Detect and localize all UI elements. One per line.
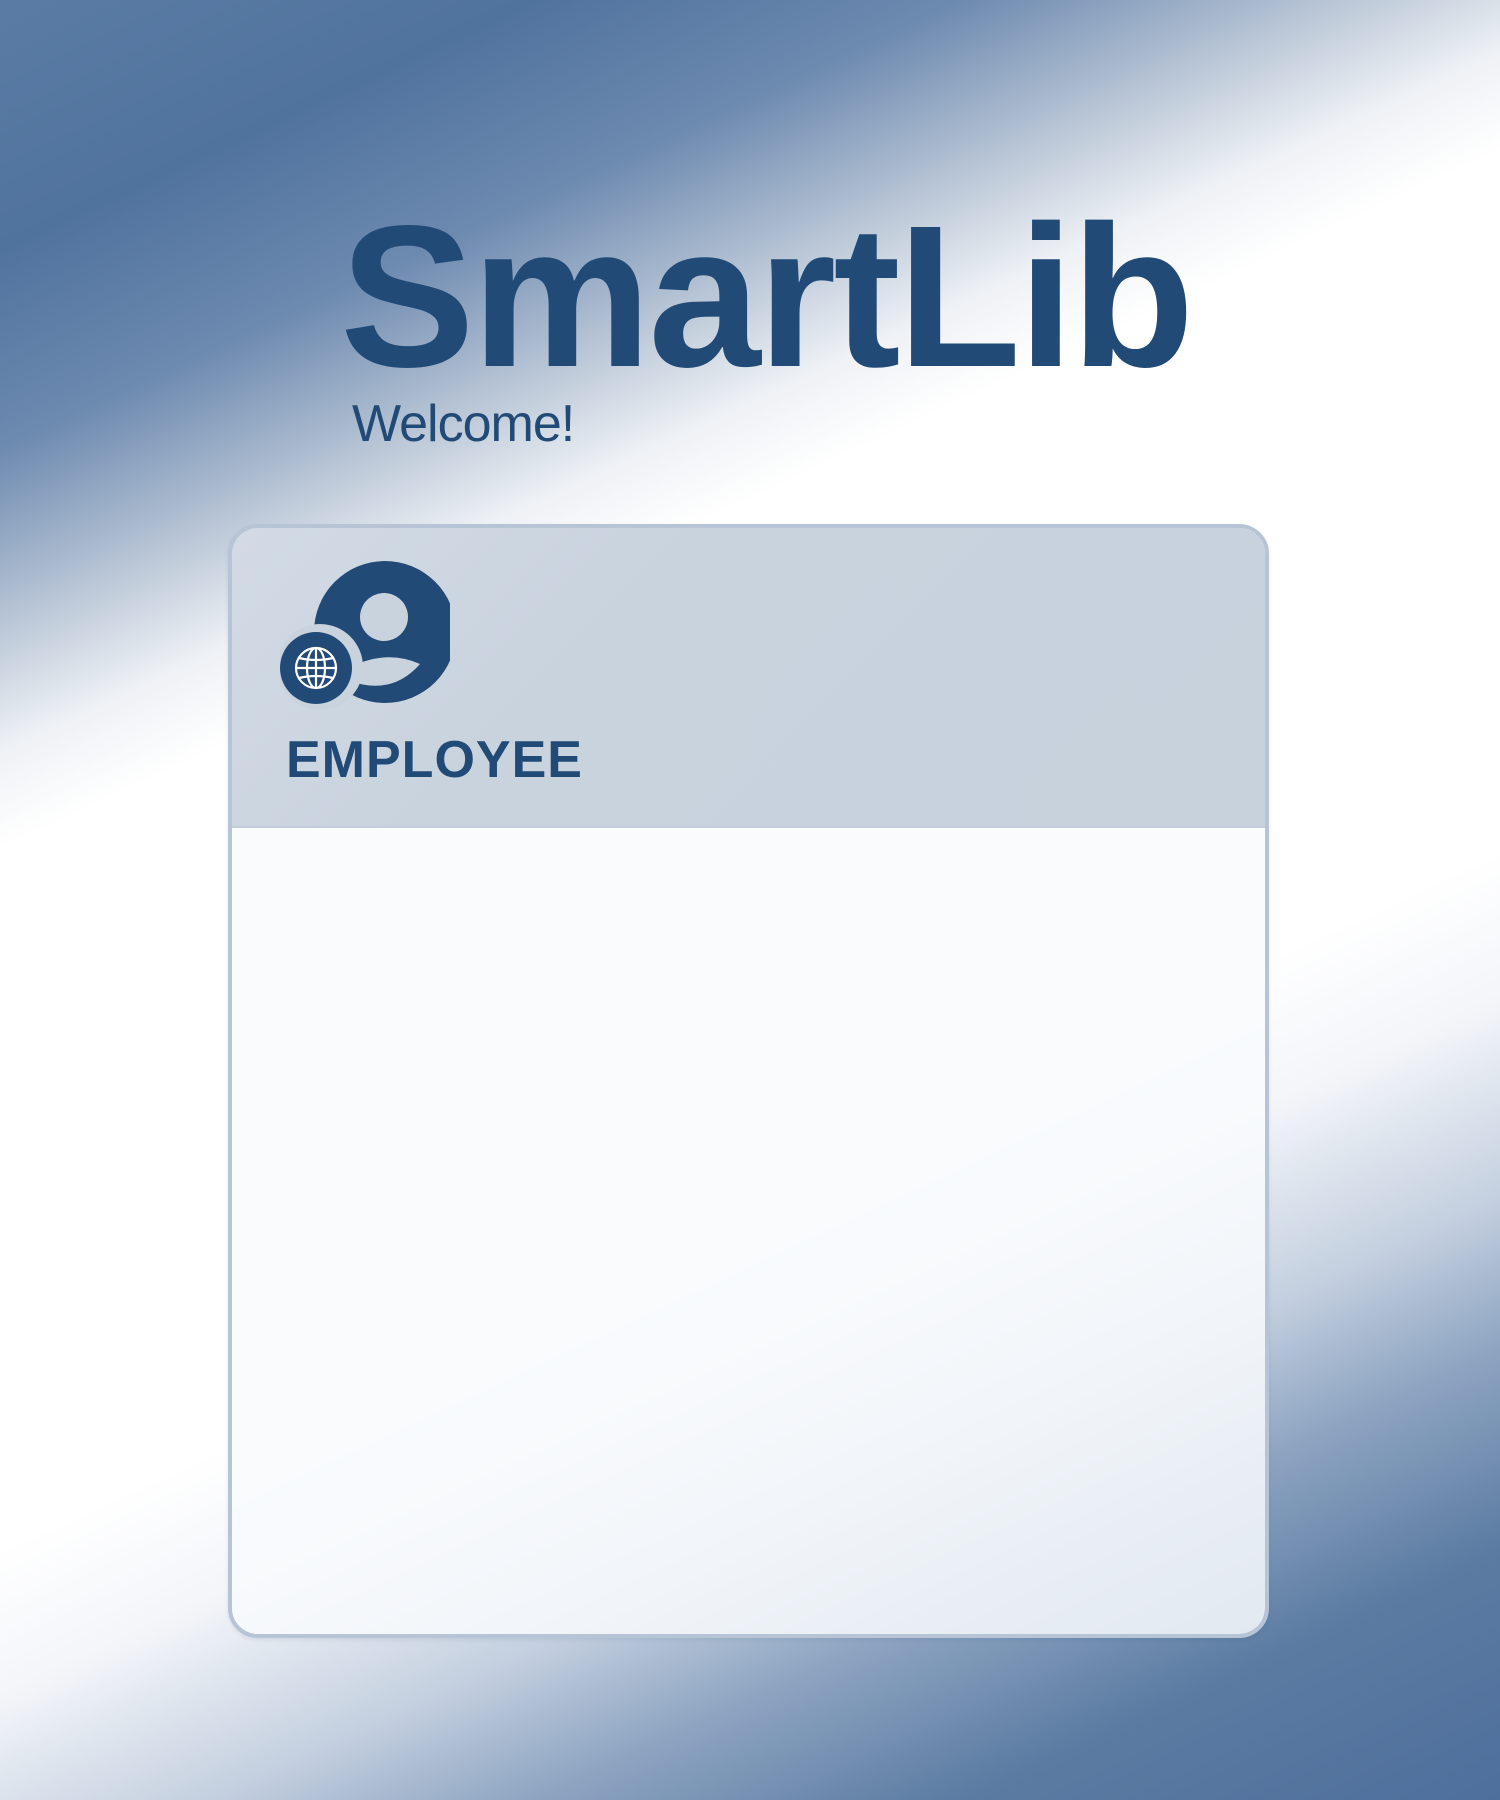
role-label: EMPLOYEE: [286, 731, 583, 789]
brand-header: SmartLib: [340, 183, 1194, 409]
role-card-employee[interactable]: EMPLOYEE: [228, 524, 1269, 1638]
role-card-header[interactable]: EMPLOYEE: [232, 528, 1265, 828]
app-logo: SmartLib: [340, 183, 1194, 409]
welcome-message: Welcome!: [352, 395, 575, 453]
role-card-body: [232, 828, 1265, 1634]
employee-globe-icon: [280, 561, 450, 710]
